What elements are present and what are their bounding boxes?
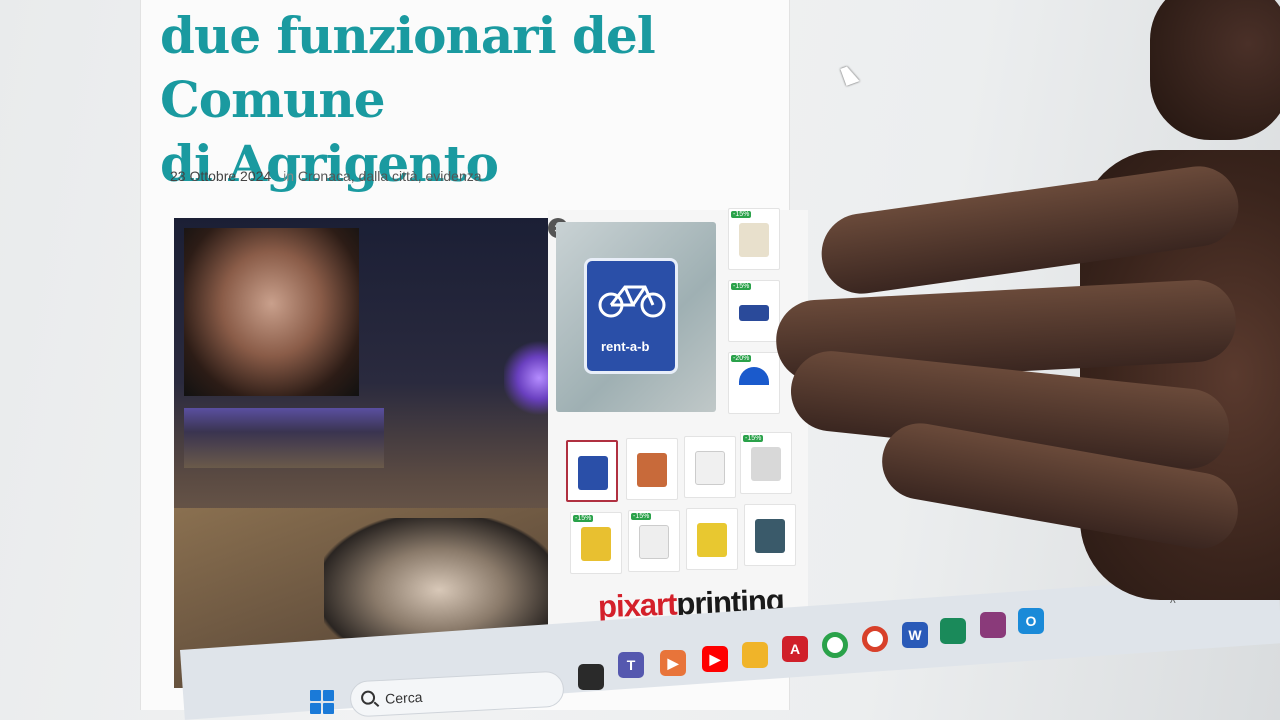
discount-badge: -15% <box>573 515 594 522</box>
article-meta: 23 Ottobre 2024 in Cronaca, dalla città,… <box>170 168 482 184</box>
packaging-icon <box>755 519 785 553</box>
product-thumb-cushion[interactable] <box>686 508 738 570</box>
photo-wall <box>184 408 384 468</box>
product-thumb-polo[interactable]: -15% <box>570 512 622 574</box>
product-thumb-tshirt[interactable]: -15% <box>628 510 680 572</box>
discount-badge: -15% <box>731 211 752 218</box>
category-prefix: in <box>283 168 294 184</box>
search-placeholder: Cerca <box>384 688 423 707</box>
outlook-icon[interactable]: O <box>1018 608 1044 634</box>
maps-icon[interactable] <box>940 618 966 644</box>
mouse-cursor-icon <box>840 64 860 86</box>
tote-bag-icon <box>739 223 769 257</box>
discount-badge: -15% <box>731 283 752 290</box>
tshirt-icon <box>639 525 669 559</box>
headline-line-1: due funzionari del Comune <box>160 6 656 129</box>
bicycle-icon <box>598 285 666 318</box>
hand-top <box>1150 0 1280 140</box>
task-view-icon[interactable] <box>578 664 604 690</box>
envelope-icon <box>695 451 725 485</box>
product-thumb-stationery[interactable]: -15% <box>740 432 792 494</box>
sticker-icon <box>578 456 608 490</box>
headline-line-2: di Agrigento <box>160 134 499 193</box>
umbrella-icon <box>739 367 769 385</box>
search-icon <box>360 690 376 706</box>
chrome-icon[interactable] <box>822 632 848 658</box>
discount-badge: -15% <box>743 435 764 442</box>
business-card-icon <box>739 305 769 321</box>
stationery-icon <box>751 447 781 481</box>
file-explorer-icon[interactable] <box>742 642 768 668</box>
sign-label: rent-a-b <box>601 339 650 354</box>
product-thumb-bags[interactable] <box>626 438 678 500</box>
discount-badge: -15% <box>631 513 652 520</box>
article-photo[interactable] <box>174 218 584 688</box>
portrait-inset <box>184 228 359 396</box>
word-icon[interactable]: W <box>902 622 928 648</box>
teams-icon[interactable]: T <box>618 652 644 678</box>
shopping-bag-icon <box>637 453 667 487</box>
discount-badge: -20% <box>731 355 752 362</box>
product-thumb-packaging[interactable] <box>744 504 796 566</box>
product-thumb-cards[interactable]: -15% <box>728 280 780 342</box>
product-thumb-tote[interactable]: -15% <box>728 208 780 270</box>
product-thumb-umbrella[interactable]: -20% <box>728 352 780 414</box>
winrar-icon[interactable] <box>980 612 1006 638</box>
youtube-icon[interactable]: ▶ <box>702 646 728 672</box>
publish-date: 23 Ottobre 2024 <box>170 168 272 184</box>
acrobat-icon[interactable]: A <box>782 636 808 662</box>
product-thumb-sticker[interactable] <box>566 440 618 502</box>
media-player-icon[interactable]: ▶ <box>660 650 686 676</box>
windows-start-icon[interactable] <box>310 690 334 714</box>
polo-shirt-icon <box>581 527 611 561</box>
product-thumb-envelope[interactable] <box>684 436 736 498</box>
cushion-icon <box>697 523 727 557</box>
fallen-scooter <box>324 518 554 638</box>
monitor-screen: due funzionari del Comune di Agrigento 2… <box>0 0 1280 720</box>
chrome-profile-icon[interactable] <box>862 626 888 652</box>
category-links[interactable]: Cronaca, dalla città, evidenza <box>298 168 482 184</box>
rent-a-bike-sign: rent-a-b <box>584 258 678 374</box>
